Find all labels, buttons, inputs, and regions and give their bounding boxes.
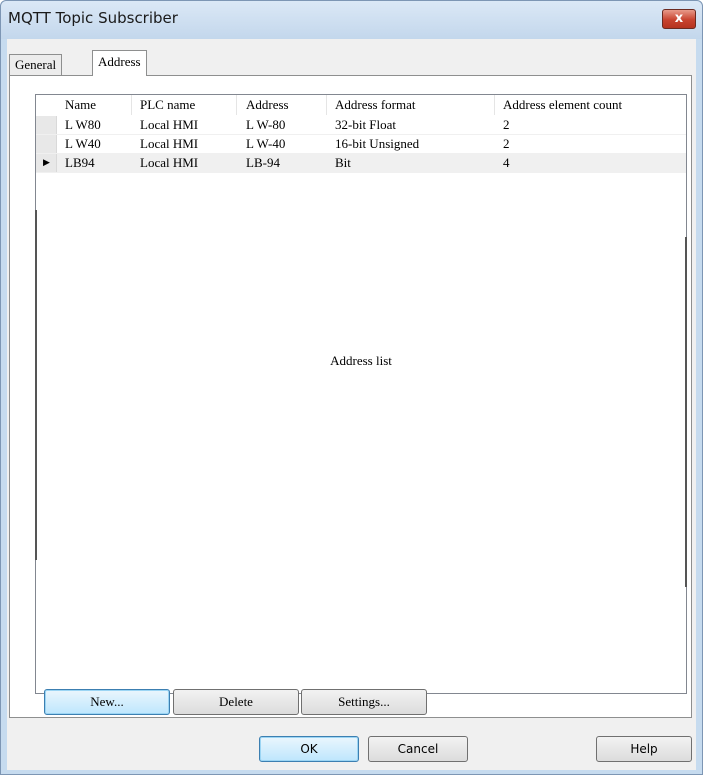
current-row-arrow-icon: ▶ — [43, 158, 50, 168]
grid-left-edge — [35, 210, 37, 560]
table-row[interactable]: L W80 Local HMI L W-80 32-bit Float 2 — [36, 116, 686, 135]
column-header-element-count[interactable]: Address element count — [503, 95, 622, 115]
column-header-address-format[interactable]: Address format — [335, 95, 416, 115]
cell-address-format: 16-bit Unsigned — [335, 136, 420, 151]
dialog-client-area: General Address Name PLC name Address Ad… — [7, 39, 696, 770]
cell-name: L W80 — [65, 117, 101, 132]
cell-element-count: 2 — [503, 117, 510, 132]
grid-header-corner — [36, 95, 56, 115]
close-icon: x — [674, 11, 684, 26]
table-row-current[interactable]: ▶ LB94 Local HMI LB-94 Bit 4 — [36, 154, 686, 173]
delete-button[interactable]: Delete — [173, 689, 299, 715]
column-header-name[interactable]: Name — [65, 95, 96, 115]
title-bar: MQTT Topic Subscriber x — [1, 1, 702, 39]
new-button[interactable]: New... — [44, 689, 170, 715]
address-list-label: Address list — [330, 353, 392, 368]
cell-name: LB94 — [65, 155, 95, 170]
cell-plc-name: Local HMI — [140, 117, 199, 132]
column-header-plc-name[interactable]: PLC name — [140, 95, 195, 115]
table-row[interactable]: L W40 Local HMI L W-40 16-bit Unsigned 2 — [36, 135, 686, 154]
window-title: MQTT Topic Subscriber — [8, 9, 178, 27]
address-list-grid[interactable]: Name PLC name Address Address format Add… — [35, 94, 687, 694]
tab-address[interactable]: Address — [92, 50, 147, 76]
row-header[interactable]: ▶ — [36, 154, 57, 172]
grid-header: Name PLC name Address Address format Add… — [36, 95, 686, 115]
dialog-window: MQTT Topic Subscriber x General Address … — [0, 0, 703, 775]
column-divider — [326, 95, 327, 115]
column-divider — [131, 95, 132, 115]
address-tab-panel: Name PLC name Address Address format Add… — [9, 75, 692, 718]
settings-button[interactable]: Settings... — [301, 689, 427, 715]
column-divider — [494, 95, 495, 115]
cell-plc-name: Local HMI — [140, 155, 199, 170]
cell-address-format: 32-bit Float — [335, 117, 397, 132]
tab-general[interactable]: General — [9, 54, 63, 75]
cell-address-format: Bit — [335, 155, 351, 170]
close-button[interactable]: x — [662, 9, 696, 29]
cell-address: L W-80 — [246, 117, 286, 132]
column-divider — [236, 95, 237, 115]
column-header-address[interactable]: Address — [246, 95, 289, 115]
cell-plc-name: Local HMI — [140, 136, 199, 151]
grid-right-edge — [685, 237, 687, 587]
row-header[interactable] — [36, 135, 57, 153]
row-header[interactable] — [36, 116, 57, 134]
cell-name: L W40 — [65, 136, 101, 151]
help-button[interactable]: Help — [596, 736, 692, 762]
cell-address: LB-94 — [246, 155, 280, 170]
ok-button[interactable]: OK — [259, 736, 359, 762]
cell-element-count: 2 — [503, 136, 510, 151]
cell-address: L W-40 — [246, 136, 286, 151]
cancel-button[interactable]: Cancel — [368, 736, 468, 762]
cell-element-count: 4 — [503, 155, 510, 170]
